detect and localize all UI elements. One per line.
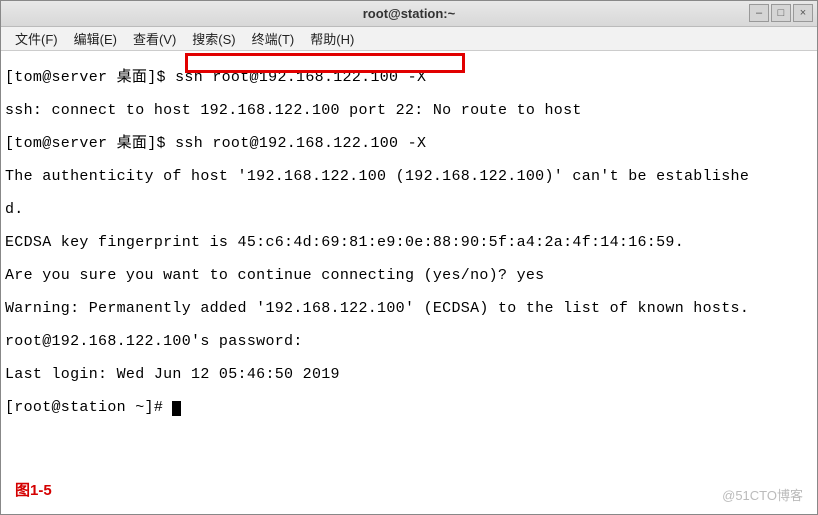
- maximize-button[interactable]: □: [771, 4, 791, 22]
- minimize-button[interactable]: –: [749, 4, 769, 22]
- authenticity-line-2: d.: [5, 202, 813, 219]
- root-prompt: [root@station ~]#: [5, 399, 172, 416]
- close-button[interactable]: ×: [793, 4, 813, 22]
- menu-view[interactable]: 查看(V): [125, 29, 184, 48]
- fingerprint-line: ECDSA key fingerprint is 45:c6:4d:69:81:…: [5, 235, 813, 252]
- ssh-command-2: [tom@server 桌面]$ ssh root@192.168.122.10…: [5, 136, 813, 153]
- last-login: Last login: Wed Jun 12 05:46:50 2019: [5, 367, 813, 384]
- terminal-content[interactable]: [tom@server 桌面]$ ssh root@192.168.122.10…: [1, 51, 817, 435]
- ssh-command-1: ssh root@192.168.122.100 -X: [175, 69, 426, 86]
- menu-search[interactable]: 搜索(S): [184, 29, 243, 48]
- figure-caption: 图1-5: [15, 479, 52, 500]
- window-titlebar: root@station:~ – □ ×: [1, 1, 817, 27]
- window-title: root@station:~: [363, 6, 455, 21]
- menu-edit[interactable]: 编辑(E): [66, 29, 125, 48]
- warning-line: Warning: Permanently added '192.168.122.…: [5, 301, 813, 318]
- menu-file[interactable]: 文件(F): [7, 29, 66, 48]
- authenticity-line-1: The authenticity of host '192.168.122.10…: [5, 169, 813, 186]
- prompt-1: [tom@server 桌面]$: [5, 69, 175, 86]
- menu-help[interactable]: 帮助(H): [302, 29, 362, 48]
- password-prompt: root@192.168.122.100's password:: [5, 334, 813, 351]
- window-controls: – □ ×: [749, 4, 813, 22]
- watermark: @51CTO博客: [722, 485, 803, 504]
- error-no-route: ssh: connect to host 192.168.122.100 por…: [5, 103, 813, 120]
- confirm-prompt: Are you sure you want to continue connec…: [5, 268, 813, 285]
- menubar: 文件(F) 编辑(E) 查看(V) 搜索(S) 终端(T) 帮助(H): [1, 27, 817, 51]
- cursor-icon: [172, 401, 181, 416]
- menu-terminal[interactable]: 终端(T): [244, 29, 303, 48]
